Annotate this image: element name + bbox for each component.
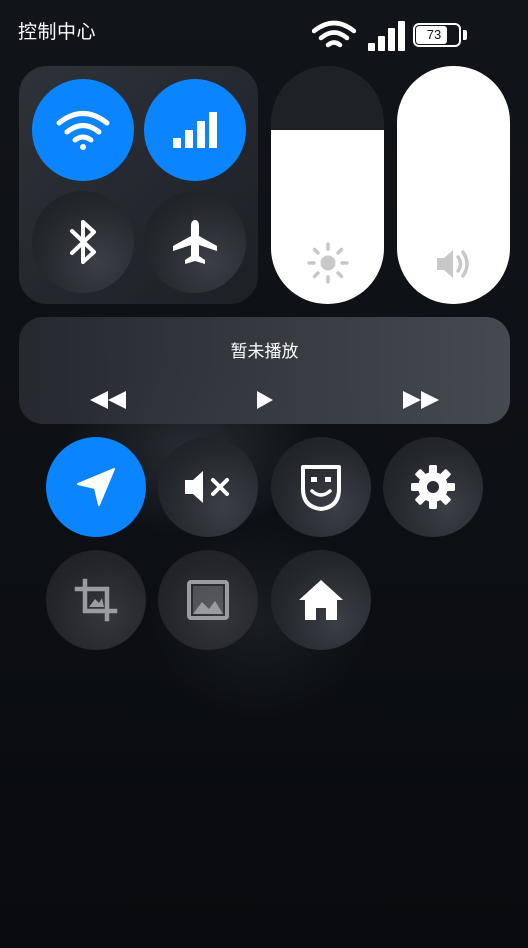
volume-slider[interactable] xyxy=(397,66,510,304)
cellular-signal-icon xyxy=(173,112,217,148)
screenshot-crop-button[interactable] xyxy=(46,550,146,650)
bluetooth-toggle[interactable] xyxy=(32,191,134,293)
speaker-mute-icon xyxy=(185,471,229,503)
play-button[interactable] xyxy=(235,387,295,413)
sun-icon xyxy=(306,242,349,284)
bluetooth-icon xyxy=(70,220,96,264)
airplane-icon xyxy=(173,220,217,264)
settings-button[interactable] xyxy=(383,437,483,537)
home-icon xyxy=(299,580,343,620)
rewind-button[interactable] xyxy=(78,387,138,413)
speaker-icon xyxy=(436,250,469,278)
brightness-slider[interactable] xyxy=(271,66,384,304)
location-arrow-icon xyxy=(77,468,115,506)
airplane-mode-toggle[interactable] xyxy=(144,191,246,293)
home-button[interactable] xyxy=(271,550,371,650)
gear-icon xyxy=(411,465,455,509)
fast-forward-button[interactable] xyxy=(391,387,451,413)
mute-toggle[interactable] xyxy=(158,437,258,537)
battery-tip xyxy=(463,30,467,40)
cellular-signal-status-icon xyxy=(368,21,405,51)
play-icon xyxy=(257,391,273,409)
rewind-icon xyxy=(90,391,126,409)
wifi-status-icon xyxy=(312,20,356,48)
gallery-button[interactable] xyxy=(158,550,258,650)
wifi-toggle[interactable] xyxy=(32,79,134,181)
fast-forward-icon xyxy=(403,391,439,409)
location-toggle[interactable] xyxy=(46,437,146,537)
control-center-screen: 控制中心 73 暂未播放 xyxy=(0,0,528,948)
media-player-panel: 暂未播放 xyxy=(19,317,510,424)
now-playing-title: 暂未播放 xyxy=(230,342,299,362)
connectivity-panel xyxy=(19,66,258,304)
page-title: 控制中心 xyxy=(18,21,97,43)
battery-level-label: 73 xyxy=(426,27,442,42)
wifi-icon xyxy=(56,111,110,150)
cellular-data-toggle[interactable] xyxy=(144,79,246,181)
face-mask-icon xyxy=(301,465,341,511)
battery-icon: 73 xyxy=(413,23,461,47)
crop-icon xyxy=(74,578,118,622)
face-mode-toggle[interactable] xyxy=(271,437,371,537)
image-icon xyxy=(187,580,229,620)
